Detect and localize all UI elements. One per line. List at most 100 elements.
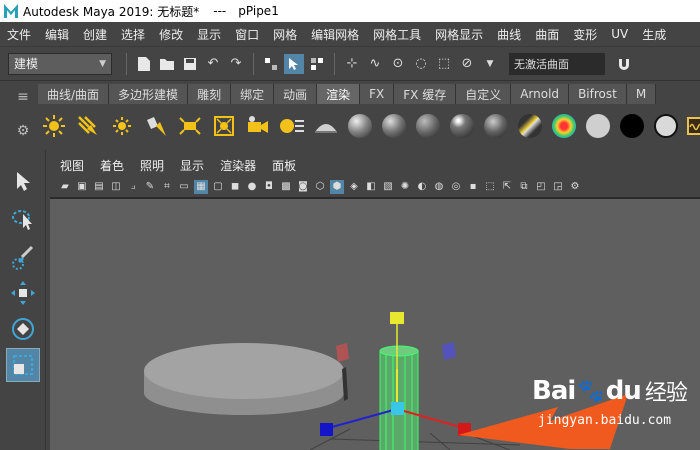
gate-mask-icon[interactable]: ▢	[211, 180, 225, 194]
film-gate-icon[interactable]: ▭	[177, 180, 191, 194]
tab-rigging[interactable]: 绑定	[231, 84, 275, 104]
live-surface-field[interactable]: 无激活曲面	[509, 52, 605, 75]
tab-custom[interactable]: 自定义	[456, 84, 512, 104]
select-object-icon[interactable]	[284, 53, 304, 74]
material-ramp-icon[interactable]	[550, 112, 578, 140]
render-settings-icon[interactable]	[278, 112, 306, 140]
select-hierarchy-icon[interactable]	[261, 54, 281, 74]
menu-edit-mesh[interactable]: 编辑网格	[304, 26, 366, 43]
paint-select-tool-icon[interactable]	[6, 240, 40, 274]
undo-icon[interactable]: ↶	[203, 54, 223, 74]
menu-create[interactable]: 创建	[76, 26, 114, 43]
material-phong-icon[interactable]	[448, 112, 476, 140]
shadows-icon[interactable]: ▧	[381, 180, 395, 194]
wireframe-icon[interactable]: ▩	[279, 180, 293, 194]
menu-file[interactable]: 文件	[0, 26, 38, 43]
point-light-icon[interactable]	[108, 112, 136, 140]
menu-mesh[interactable]: 网格	[266, 26, 304, 43]
shader-surface-icon[interactable]	[312, 112, 340, 140]
camera-icon[interactable]	[244, 112, 272, 140]
menu-surfaces[interactable]: 曲面	[528, 26, 566, 43]
menu-curves[interactable]: 曲线	[490, 26, 528, 43]
material-layered-icon[interactable]	[584, 112, 612, 140]
image-plane-icon[interactable]: ◫	[109, 180, 123, 194]
tab-poly-modeling[interactable]: 多边形建模	[109, 84, 189, 104]
tab-rendering[interactable]: 渲染	[317, 84, 361, 104]
tab-fx[interactable]: FX	[360, 84, 395, 104]
pipe-object[interactable]	[379, 345, 419, 450]
textured-icon[interactable]: ◈	[347, 180, 361, 194]
camera-attributes-icon[interactable]: ▣	[75, 180, 89, 194]
snap-point-icon[interactable]: ⊙	[388, 54, 408, 74]
material-lambert-icon[interactable]	[414, 112, 442, 140]
grease-pencil-icon[interactable]: ✎	[143, 180, 157, 194]
xray-active-icon[interactable]: ⇱	[500, 180, 514, 194]
default-material-icon[interactable]: ⬡	[313, 180, 327, 194]
material-anisotropic-icon[interactable]	[516, 112, 544, 140]
spot-light-icon[interactable]	[142, 112, 170, 140]
tab-mash[interactable]: M	[626, 84, 657, 104]
make-live-icon[interactable]: ⊘	[457, 54, 477, 74]
menu-uv[interactable]: UV	[604, 27, 635, 41]
new-scene-icon[interactable]	[134, 54, 154, 74]
material-blinn-icon[interactable]	[380, 112, 408, 140]
select-component-icon[interactable]	[307, 54, 327, 74]
menu-windows[interactable]: 窗口	[228, 26, 266, 43]
gear-icon[interactable]: ⚙	[17, 123, 30, 139]
anti-aliasing-icon[interactable]: ◍	[432, 180, 446, 194]
menu-mesh-display[interactable]: 网格显示	[428, 26, 490, 43]
ambient-light-icon[interactable]	[40, 112, 68, 140]
save-scene-icon[interactable]	[180, 54, 200, 74]
vp-menu-lighting[interactable]: 照明	[132, 157, 172, 174]
menu-deform[interactable]: 变形	[566, 26, 604, 43]
menu-display[interactable]: 显示	[190, 26, 228, 43]
safe-action-icon[interactable]: ●	[245, 180, 259, 194]
tab-curves-surfaces[interactable]: 曲线/曲面	[38, 84, 110, 104]
menu-select[interactable]: 选择	[114, 26, 152, 43]
xray-joints-icon[interactable]: ⧉	[517, 180, 531, 194]
directional-light-icon[interactable]	[74, 112, 102, 140]
exposure-icon[interactable]: ◰	[534, 180, 548, 194]
resolution-gate-icon[interactable]: ▦	[194, 179, 208, 194]
menu-modify[interactable]: 修改	[152, 26, 190, 43]
vp-menu-show[interactable]: 显示	[172, 157, 212, 174]
camera-select-icon[interactable]: ▰	[58, 180, 72, 194]
isolate-select-icon[interactable]: ▪	[466, 180, 480, 194]
vp-menu-view[interactable]: 视图	[52, 157, 92, 174]
snap-grid-icon[interactable]: ⊹	[342, 54, 362, 74]
color-management-icon[interactable]: ⚙	[568, 180, 582, 194]
tab-animation[interactable]: 动画	[274, 84, 318, 104]
volume-light-icon[interactable]	[210, 112, 238, 140]
motion-blur-icon[interactable]: ◐	[415, 180, 429, 194]
shelf-menu-icon[interactable]: ≡	[17, 89, 29, 105]
select-tool-icon[interactable]	[6, 164, 40, 198]
two-d-pan-icon[interactable]: ⟓	[126, 180, 140, 194]
smooth-shade-icon[interactable]: ◙	[296, 180, 310, 194]
depth-of-field-icon[interactable]: ◎	[449, 180, 463, 194]
lasso-tool-icon[interactable]	[6, 202, 40, 236]
snap-projected-center-icon[interactable]: ◌	[411, 54, 431, 74]
menu-mesh-tools[interactable]: 网格工具	[366, 26, 428, 43]
grid-icon[interactable]: ⌗	[160, 180, 174, 194]
tab-bifrost[interactable]: Bifrost	[569, 84, 627, 104]
material-use-background-icon[interactable]	[652, 112, 680, 140]
tab-fx-caching[interactable]: FX 缓存	[394, 84, 457, 104]
use-all-lights-icon[interactable]: ◧	[364, 180, 378, 194]
vp-menu-panels[interactable]: 面板	[264, 157, 304, 174]
tab-sculpting[interactable]: 雕刻	[188, 84, 232, 104]
menuset-dropdown[interactable]: 建模 ▼	[8, 52, 112, 75]
open-scene-icon[interactable]	[157, 54, 177, 74]
redo-icon[interactable]: ↷	[226, 54, 246, 74]
magnet-icon[interactable]	[614, 54, 634, 74]
vp-menu-renderer[interactable]: 渲染器	[212, 157, 264, 174]
material-standard-surface-icon[interactable]	[346, 112, 374, 140]
safe-title-icon[interactable]: ◘	[262, 180, 276, 194]
snap-curve-icon[interactable]: ∿	[365, 54, 385, 74]
material-phonge-icon[interactable]	[482, 112, 510, 140]
area-light-icon[interactable]	[176, 112, 204, 140]
render-view-icon[interactable]	[686, 112, 700, 140]
rotate-tool-icon[interactable]	[6, 312, 40, 346]
screen-space-ao-icon[interactable]: ✺	[398, 180, 412, 194]
menu-edit[interactable]: 编辑	[38, 26, 76, 43]
gamma-icon[interactable]: ◲	[551, 180, 565, 194]
